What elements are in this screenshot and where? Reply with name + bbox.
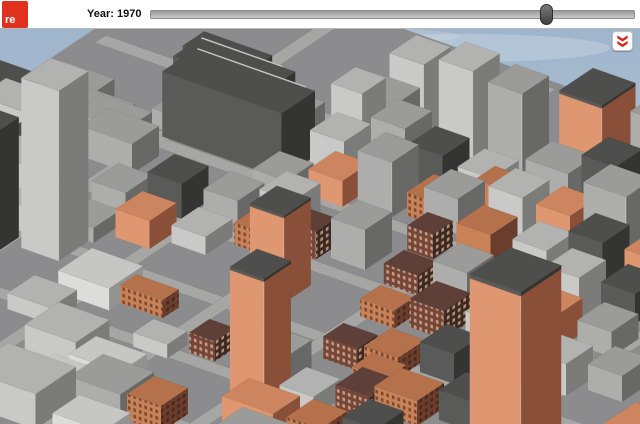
app-logo[interactable]: re	[2, 1, 28, 28]
city-3d-view[interactable]	[0, 28, 640, 424]
buildings-layer	[0, 28, 640, 424]
collapse-panel-button[interactable]	[612, 31, 633, 51]
year-slider[interactable]	[150, 0, 635, 28]
double-chevron-down-icon	[615, 34, 630, 48]
year-slider-track-area	[150, 0, 635, 28]
toolbar: re Year: 1970	[0, 0, 640, 29]
city-canvas[interactable]	[0, 28, 640, 424]
app-logo-text: re	[5, 14, 15, 26]
year-label: Year: 1970	[87, 8, 141, 20]
